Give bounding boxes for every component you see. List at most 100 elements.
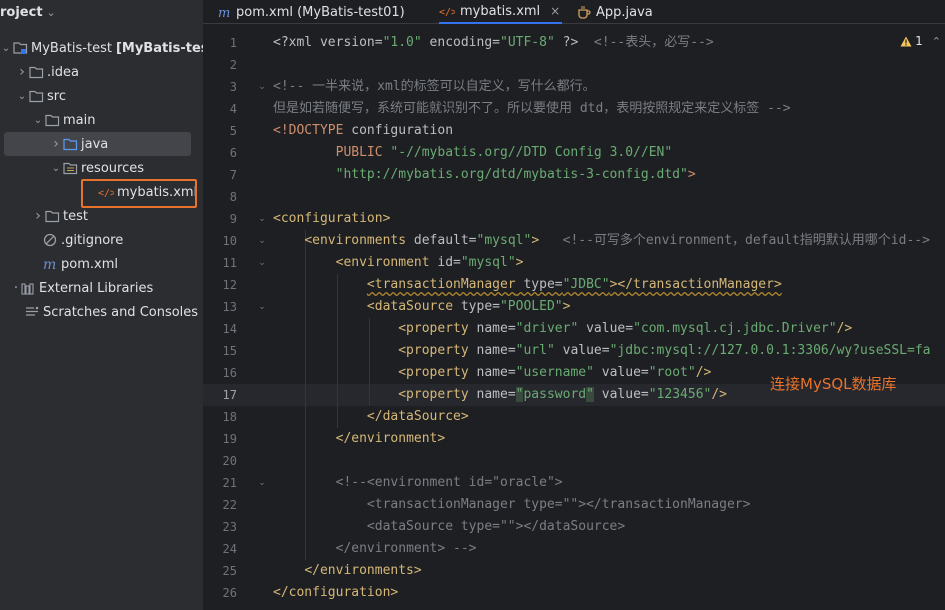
code-line[interactable]: <!DOCTYPE configuration <box>273 120 453 142</box>
inspection-widget[interactable]: 1 ⌃ <box>900 34 941 48</box>
tab-label: mybatis.xml <box>460 3 541 19</box>
code-line[interactable]: </configuration> <box>273 582 398 604</box>
code-line[interactable]: "http://mybatis.org/dtd/mybatis-3-config… <box>273 164 696 186</box>
fold-chevron-icon[interactable]: ⌄ <box>257 230 267 252</box>
code-line[interactable]: <property name="url" value="jdbc:mysql:/… <box>273 340 931 362</box>
tree-item-label: Scratches and Consoles <box>43 304 199 320</box>
code-token: <!--<environment id="oracle"> <box>335 475 563 490</box>
code-token: value= <box>554 343 610 358</box>
chevron-down-icon[interactable]: ⌄ <box>50 162 62 174</box>
tree-item-main[interactable]: ⌄ main <box>0 108 203 132</box>
code-line[interactable]: <environments default="mysql"> <!--可写多个e… <box>273 230 930 252</box>
tree-item-label: test <box>63 208 88 224</box>
fold-chevron-icon[interactable]: ⌄ <box>257 76 267 98</box>
code-line[interactable]: </environment> <box>273 428 446 450</box>
tree-item-mybatis-test[interactable]: ⌄ MyBatis-test[MyBatis-test0 <box>0 36 203 60</box>
tab-app-java[interactable]: App.java <box>577 0 653 24</box>
chevron-right-icon[interactable]: · <box>12 280 20 296</box>
code-token: "jdbc:mysql://127.0.0.1:3306/wy?useSSL=f… <box>609 343 931 358</box>
code-line[interactable]: <!--<environment id="oracle"> <box>273 472 563 494</box>
code-line[interactable]: PUBLIC "-//mybatis.org//DTD Config 3.0//… <box>273 142 673 164</box>
code-token: configuration <box>343 123 454 138</box>
tree-item-java[interactable]: › java <box>4 132 191 156</box>
line-number: 16 <box>222 366 237 380</box>
code-line[interactable]: <?xml version="1.0" encoding="UTF-8" ?> … <box>273 32 714 54</box>
code-token: </dataSource> <box>366 409 469 424</box>
tree-item-label: MyBatis-test <box>31 40 112 56</box>
tree-item-idea[interactable]: › .idea <box>0 60 203 84</box>
chevron-down-icon[interactable]: ⌄ <box>0 42 12 54</box>
code-token: "com.mysql.cj.jdbc.Driver" <box>633 321 837 336</box>
chevron-right-icon[interactable]: › <box>50 136 62 152</box>
code-token: "123456" <box>648 387 712 402</box>
code-token: <!--可写多个environment，default指明默认用哪个id--> <box>539 233 930 248</box>
tree-item-label: main <box>63 112 96 128</box>
code-area[interactable]: <?xml version="1.0" encoding="UTF-8" ?> … <box>273 32 945 610</box>
project-title: roject <box>0 4 43 20</box>
code-line[interactable]: </dataSource> <box>273 406 469 428</box>
code-token: <transactionManager <box>366 277 516 292</box>
chevron-right-icon[interactable]: › <box>16 64 28 80</box>
tree-item-resources[interactable]: ⌄ resources <box>0 156 203 180</box>
code-line[interactable]: </environment> --> <box>273 538 477 560</box>
line-number: 4 <box>229 102 237 116</box>
chevron-down-icon[interactable]: ⌄ <box>16 90 28 102</box>
line-number: 18 <box>222 410 237 424</box>
code-line[interactable]: <dataSource type="POOLED"> <box>273 296 571 318</box>
tree-item-gitignore[interactable]: .gitignore <box>0 228 203 252</box>
code-line[interactable]: <property name="password" value="123456"… <box>273 384 727 406</box>
code-line[interactable]: <property name="username" value="root"/> <box>273 362 711 384</box>
code-token: /> <box>695 365 712 380</box>
code-token: <property <box>398 343 469 358</box>
code-line[interactable]: <property name="driver" value="com.mysql… <box>273 318 852 340</box>
chevron-down-icon[interactable]: ⌄ <box>32 114 44 126</box>
code-token: password <box>523 387 587 402</box>
tab-pom-xml[interactable]: m pom.xml (MyBatis-test01) <box>217 0 405 24</box>
code-token: <configuration> <box>273 211 391 226</box>
line-number: 25 <box>222 564 237 578</box>
code-line[interactable]: <transactionManager type="JDBC"></transa… <box>273 274 782 296</box>
chevron-up-icon[interactable]: ⌃ <box>932 35 941 48</box>
tree-item-scratches-and-consoles[interactable]: Scratches and Consoles <box>0 300 203 324</box>
tab-mybatis-xml[interactable]: </> mybatis.xml × <box>439 0 563 24</box>
code-editor[interactable]: 1 2 3 ⌄ 4 5 6 7 8 9 ⌄ 10 ⌄ 11 ⌄ 12 13 ⌄ 14 15 16 17 18 19 20 21 ⌄ 2… <box>203 32 945 610</box>
code-line[interactable]: <environment id="mysql"> <box>273 252 524 274</box>
code-line[interactable]: <!-- 一半来说，xml的标签可以自定义，写什么都行。 <box>273 76 596 98</box>
code-token: > <box>515 255 524 270</box>
tree-item-pom-xml[interactable]: m pom.xml <box>0 252 203 276</box>
line-number: 5 <box>229 124 237 138</box>
close-icon[interactable]: × <box>550 4 560 18</box>
line-number: 1 <box>229 36 237 50</box>
code-token: "root" <box>648 365 696 380</box>
line-number: 6 <box>229 146 237 160</box>
code-line[interactable]: 但是如若随便写，系统可能就识别不了。所以要使用 dtd，表明按照规定来定义标签 … <box>273 98 791 120</box>
tree-item-external-libraries[interactable]: · External Libraries <box>0 276 203 300</box>
warning-count: 1 <box>915 34 923 48</box>
editor-tab-bar: m pom.xml (MyBatis-test01) </> mybatis.x… <box>203 0 945 24</box>
code-line[interactable]: <configuration> <box>273 208 390 230</box>
code-token: </environment> --> <box>335 541 477 556</box>
code-line[interactable]: <dataSource type=""></dataSource> <box>273 516 625 538</box>
code-token: value= <box>593 387 649 402</box>
chevron-right-icon[interactable]: › <box>32 208 44 224</box>
fold-chevron-icon[interactable]: ⌄ <box>257 208 267 230</box>
tree-item-src[interactable]: ⌄ src <box>0 84 203 108</box>
line-number: 19 <box>222 432 237 446</box>
fold-chevron-icon[interactable]: ⌄ <box>257 296 267 318</box>
code-token: type= <box>515 277 563 292</box>
code-token: > <box>562 299 571 314</box>
code-token: name= <box>468 387 516 402</box>
xml-file-icon: </> <box>439 4 455 18</box>
chevron-down-icon[interactable]: ⌄ <box>47 6 56 19</box>
code-token: "-//mybatis.org//DTD Config 3.0//EN" <box>390 145 673 160</box>
fold-chevron-icon[interactable]: ⌄ <box>257 472 267 494</box>
code-line[interactable]: <transactionManager type=""></transactio… <box>273 494 751 516</box>
code-line[interactable]: </environments> <box>273 560 421 582</box>
fold-chevron-icon[interactable]: ⌄ <box>257 252 267 274</box>
project-tool-window-header[interactable]: roject ⌄ <box>0 0 203 24</box>
